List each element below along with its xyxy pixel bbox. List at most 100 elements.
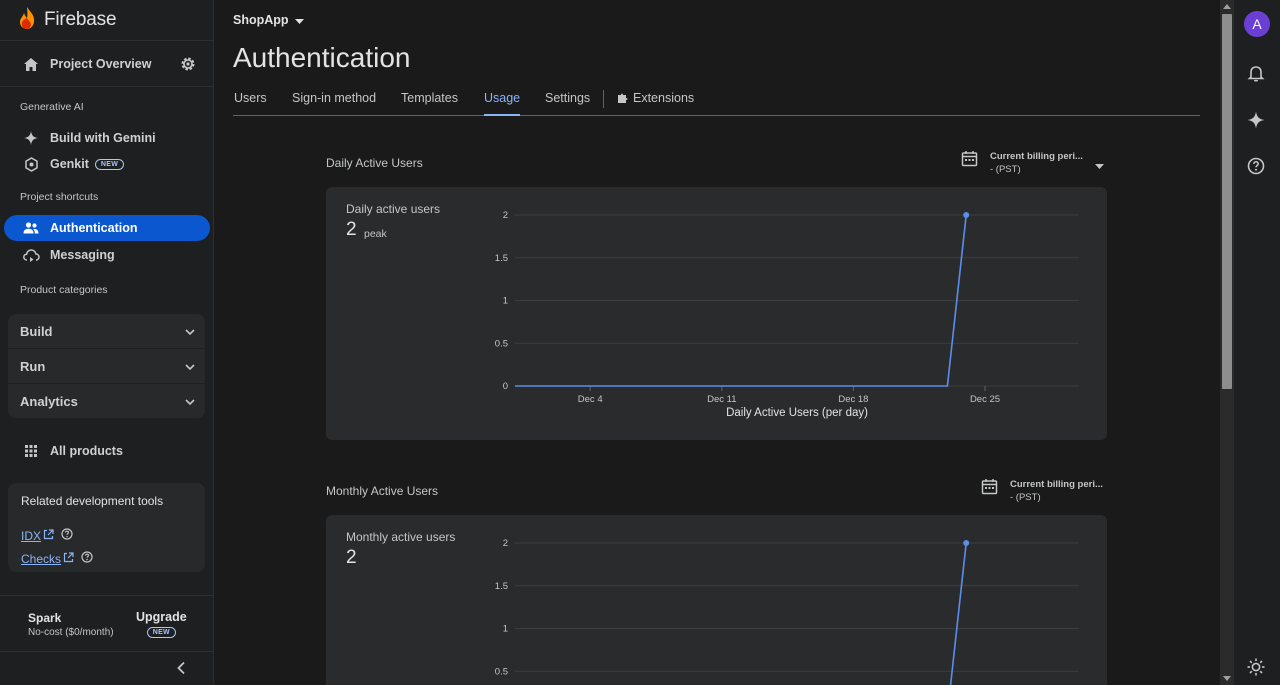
sparkle-icon xyxy=(18,131,44,145)
all-products-link[interactable]: All products xyxy=(4,438,210,464)
genkit-icon xyxy=(18,156,44,172)
sidebar-item-build-with-gemini[interactable]: Build with Gemini xyxy=(4,125,210,151)
idx-link-label: IDX xyxy=(21,528,42,543)
daily-active-users-chart: 0 0.5 1 1.5 2 Dec 4 Dec 11 Dec 18 Dec 25 Daily Ac… xyxy=(495,210,1079,419)
x-tick-label: Dec 18 xyxy=(838,394,868,405)
product-categories-panel: Build Run Analytics xyxy=(8,314,205,418)
related-tools-title: Related development tools xyxy=(21,494,164,508)
plan-cost: No-cost ($0/month) xyxy=(28,627,114,638)
all-products-label: All products xyxy=(50,444,123,458)
section-label-product-categories: Product categories xyxy=(20,284,108,296)
sidebar-divider xyxy=(0,40,213,41)
y-tick-label: 2 xyxy=(503,210,508,221)
external-link-icon xyxy=(43,528,54,543)
caret-down-icon xyxy=(294,13,304,27)
project-name: ShopApp xyxy=(233,13,289,27)
cloud-message-icon xyxy=(18,248,44,262)
external-link-icon xyxy=(63,551,74,566)
chevron-down-icon xyxy=(185,392,195,410)
tab-usage[interactable]: Usage xyxy=(484,91,521,116)
project-selector[interactable]: ShopApp xyxy=(233,13,304,27)
y-tick-label: 0 xyxy=(503,381,508,392)
billing-period-line1: Current billing peri... xyxy=(990,151,1083,162)
extensions-icon xyxy=(617,92,629,106)
tab-sign-in-method[interactable]: Sign-in method xyxy=(292,91,376,114)
monthly-active-users-card: Monthly active users 2 0.5 1 1.5 2 xyxy=(326,515,1107,685)
help-icon[interactable] xyxy=(1247,157,1265,180)
people-icon xyxy=(18,222,44,234)
theme-brightness-icon[interactable] xyxy=(1247,658,1265,681)
brand[interactable]: Firebase xyxy=(18,6,117,32)
sidebar-item-label: Authentication xyxy=(50,221,138,235)
plan-name: Spark xyxy=(28,611,62,625)
idx-link[interactable]: IDX xyxy=(21,528,73,543)
category-run[interactable]: Run xyxy=(8,349,205,383)
sidebar-item-label: Messaging xyxy=(50,248,115,262)
calendar-icon xyxy=(961,150,978,172)
tab-bar: Users Sign-in method Templates Usage Set… xyxy=(233,88,1200,116)
calendar-icon xyxy=(981,478,998,500)
collapse-sidebar-icon[interactable] xyxy=(176,661,186,680)
tab-label: Extensions xyxy=(633,91,695,105)
notifications-bell-icon[interactable] xyxy=(1247,64,1265,87)
gemini-sparkle-icon[interactable] xyxy=(1247,111,1265,134)
tab-extensions[interactable]: Extensions xyxy=(617,91,694,114)
x-tick-label: Dec 11 xyxy=(707,394,736,405)
checks-link-label: Checks xyxy=(21,551,62,566)
x-axis-label: Daily Active Users (per day) xyxy=(726,407,868,419)
billing-period-text: Current billing peri... - (PST) xyxy=(1010,478,1103,504)
page-title: Authentication xyxy=(233,42,411,73)
category-label: Analytics xyxy=(20,393,78,409)
tab-templates[interactable]: Templates xyxy=(401,91,458,114)
new-badge: NEW xyxy=(146,627,176,638)
y-tick-label: 1 xyxy=(503,624,508,635)
x-tick-label: Dec 25 xyxy=(970,394,1000,405)
upgrade-label: Upgrade xyxy=(136,610,187,624)
category-analytics[interactable]: Analytics xyxy=(8,384,205,418)
checks-link[interactable]: Checks xyxy=(21,551,93,566)
category-build[interactable]: Build xyxy=(8,314,205,348)
scroll-down-arrow-icon[interactable] xyxy=(1223,676,1231,681)
tab-users[interactable]: Users xyxy=(234,91,267,114)
new-badge: NEW xyxy=(94,158,125,170)
help-icon[interactable] xyxy=(81,551,93,566)
help-icon[interactable] xyxy=(61,528,73,543)
right-rail: A xyxy=(1234,0,1280,685)
sidebar-item-genkit[interactable]: Genkit NEW xyxy=(4,151,210,177)
project-overview-label: Project Overview xyxy=(50,57,152,71)
home-icon xyxy=(18,57,44,71)
chevron-down-icon xyxy=(185,322,195,340)
sidebar-item-label: Genkit xyxy=(50,157,89,171)
sidebar-divider xyxy=(0,595,213,596)
y-tick-label: 0.5 xyxy=(495,338,508,349)
sidebar-divider xyxy=(0,651,213,652)
y-tick-label: 1 xyxy=(503,296,508,307)
sidebar-item-label: Build with Gemini xyxy=(50,131,156,145)
billing-period-line2: - (PST) xyxy=(1010,492,1041,503)
avatar[interactable]: A xyxy=(1244,11,1270,37)
daily-billing-period-selector[interactable]: Current billing peri... - (PST) xyxy=(961,150,1104,176)
category-label: Build xyxy=(20,323,53,339)
daily-active-users-card: Daily active users 2 peak 0 0.5 1 1.5 2 Dec 4… xyxy=(326,187,1107,440)
settings-gear-icon[interactable] xyxy=(180,56,196,77)
category-label: Run xyxy=(20,358,46,374)
scroll-up-arrow-icon[interactable] xyxy=(1223,4,1231,9)
tab-settings[interactable]: Settings xyxy=(545,91,590,114)
billing-period-line1: Current billing peri... xyxy=(1010,479,1103,490)
x-tick-label: Dec 4 xyxy=(578,394,603,405)
series-point xyxy=(963,212,970,218)
section-label-generative-ai: Generative AI xyxy=(20,101,84,113)
tab-divider xyxy=(603,90,604,108)
sidebar: Firebase Project Overview Generative AI … xyxy=(0,0,214,685)
scroll-thumb[interactable] xyxy=(1222,14,1232,389)
monthly-billing-period-selector[interactable]: Current billing peri... - (PST) xyxy=(981,478,1103,504)
upgrade-button[interactable]: Upgrade NEW xyxy=(136,610,187,638)
billing-period-line2: - (PST) xyxy=(990,164,1021,175)
y-tick-label: 1.5 xyxy=(495,253,508,264)
daily-section-title: Daily Active Users xyxy=(326,156,423,170)
sidebar-item-authentication[interactable]: Authentication xyxy=(4,215,210,241)
section-label-project-shortcuts: Project shortcuts xyxy=(20,191,99,203)
chevron-down-icon xyxy=(185,357,195,375)
vertical-scrollbar[interactable] xyxy=(1220,0,1234,685)
sidebar-item-messaging[interactable]: Messaging xyxy=(4,242,210,268)
